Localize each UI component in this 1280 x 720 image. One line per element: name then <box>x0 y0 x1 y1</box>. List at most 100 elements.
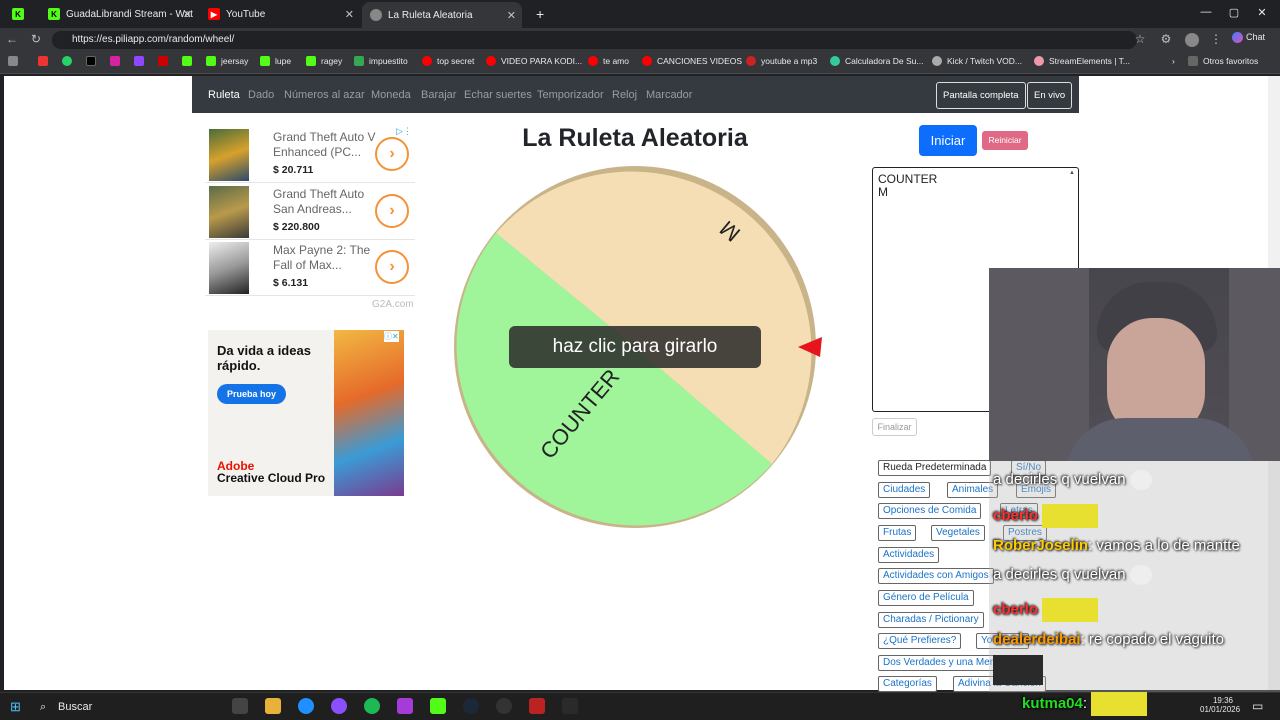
kick-app-icon[interactable] <box>430 698 446 714</box>
ad-product[interactable]: Grand Theft Auto San Andreas... $ 220.80… <box>205 184 415 240</box>
bookmark-label: Otros favoritos <box>1203 56 1259 66</box>
bookmark-canciones[interactable]: CANCIONES VIDEOS <box>642 56 742 66</box>
bookmark-jeersay[interactable]: jeersay <box>206 56 248 66</box>
extensions-icon[interactable]: ⚙ <box>1158 32 1174 46</box>
category-ciudades[interactable]: Ciudades <box>878 482 931 498</box>
category-genero-pelicula[interactable]: Género de Película <box>878 590 974 606</box>
bookmark-otros-favoritos[interactable]: Otros favoritos <box>1188 56 1258 66</box>
bookmark-video-kodi[interactable]: VIDEO PARA KODI... <box>486 56 582 66</box>
nav-moneda[interactable]: Moneda <box>371 89 411 101</box>
bookmark-top-secret[interactable]: top secret <box>422 56 474 66</box>
chevron-right-icon[interactable]: › <box>375 250 409 284</box>
textarea-scroll-up-icon[interactable]: ▲ <box>1069 170 1075 176</box>
category-actividades-amigos[interactable]: Actividades con Amigos <box>878 568 994 584</box>
bookmark-youtube-mp3[interactable]: youtube a mp3 <box>746 56 817 66</box>
bookmark-te-amo[interactable]: te amo <box>588 56 629 66</box>
category-que-prefieres[interactable]: ¿Qué Prefieres? <box>878 633 962 649</box>
tab-title: GuadaLibrandi Stream - Wat <box>66 8 193 20</box>
notifications-icon[interactable]: ▭ <box>1252 699 1263 713</box>
app-icon[interactable] <box>529 698 545 714</box>
ad-product[interactable]: Grand Theft Auto V Enhanced (PC... $ 20.… <box>205 127 415 183</box>
finish-button[interactable]: Finalizar <box>872 418 917 436</box>
epic-games-icon[interactable] <box>562 698 578 714</box>
nav-temporizador[interactable]: Temporizador <box>537 89 604 101</box>
category-charadas[interactable]: Charadas / Pictionary <box>878 612 984 628</box>
game-cover-image <box>209 186 249 238</box>
profile-avatar[interactable] <box>1185 33 1199 47</box>
adchoices-icon[interactable]: ⓘ✕ <box>384 331 399 342</box>
bookmark-calculadora[interactable]: Calculadora De Su... <box>830 56 923 66</box>
bookmark-icon-2[interactable] <box>38 56 53 66</box>
taskbar-search[interactable]: ⌕ Buscar <box>32 697 212 717</box>
nav-reloj[interactable]: Reloj <box>612 89 637 101</box>
tab-youtube[interactable]: ▶ YouTube ✕ <box>200 4 360 24</box>
adobe-cta-button[interactable]: Prueba hoy <box>217 384 286 404</box>
spin-hint-button[interactable]: haz clic para girarlo <box>509 326 761 368</box>
nav-ruleta[interactable]: Ruleta <box>208 89 240 101</box>
twitch-icon[interactable] <box>134 56 149 66</box>
nav-marcador[interactable]: Marcador <box>646 89 692 101</box>
new-tab-button[interactable]: + <box>528 4 548 24</box>
window-close-icon[interactable]: ✕ <box>1252 6 1272 19</box>
category-categorias[interactable]: Categorías <box>878 676 937 692</box>
bookmark-label: jeersay <box>221 56 249 66</box>
kick-icon[interactable] <box>182 56 197 66</box>
chevron-right-icon[interactable]: › <box>375 194 409 228</box>
reset-button[interactable]: Reiniciar <box>982 131 1028 150</box>
file-explorer-icon[interactable] <box>265 698 281 714</box>
bookmark-impuestito[interactable]: impuestito <box>354 56 408 66</box>
bookmarks-overflow-icon[interactable]: › <box>1172 56 1175 66</box>
close-icon[interactable]: ✕ <box>183 8 192 21</box>
bookmark-icon-3[interactable] <box>158 56 173 66</box>
instagram-icon[interactable] <box>110 56 125 66</box>
live-button[interactable]: En vivo <box>1027 82 1073 109</box>
close-icon[interactable]: ✕ <box>345 8 354 21</box>
back-icon[interactable]: ← <box>4 32 20 46</box>
bookmark-ragey[interactable]: ragey <box>306 56 342 66</box>
canva-icon[interactable] <box>397 698 413 714</box>
bookmark-label: lupe <box>275 56 292 66</box>
start-button[interactable]: Iniciar <box>919 125 977 156</box>
category-actividades[interactable]: Actividades <box>878 547 940 563</box>
reload-icon[interactable]: ↻ <box>28 32 44 46</box>
x-icon[interactable] <box>86 56 101 66</box>
ad-product[interactable]: Max Payne 2: The Fall of Max... $ 6.131 … <box>205 240 415 296</box>
whatsapp-icon[interactable] <box>62 56 77 66</box>
nav-numeros[interactable]: Números al azar <box>284 89 365 101</box>
spotify-icon[interactable] <box>364 698 380 714</box>
minimize-icon[interactable]: — <box>1196 6 1216 18</box>
chat-button[interactable]: Chat <box>1232 32 1265 44</box>
nav-barajar[interactable]: Barajar <box>421 89 456 101</box>
clock[interactable]: 19:36 01/01/2026 <box>1200 696 1240 714</box>
edge-icon[interactable] <box>298 698 314 714</box>
fullscreen-button[interactable]: Pantalla completa <box>936 82 1026 109</box>
windows-start-icon[interactable]: ⊞ <box>10 699 21 715</box>
tab-guadalibrandi[interactable]: K GuadaLibrandi Stream - Wat ✕ <box>40 4 198 24</box>
category-vegetales[interactable]: Vegetales <box>931 525 985 541</box>
address-bar[interactable]: https://es.piliapp.com/random/wheel/ <box>52 31 1137 49</box>
close-icon[interactable]: ✕ <box>507 9 516 22</box>
menu-icon[interactable]: ⋮ <box>1208 32 1224 46</box>
chat-text: a decirles q vuelvan <box>993 470 1126 488</box>
nav-echar-suertes[interactable]: Echar suertes <box>464 89 532 101</box>
category-opciones-comida[interactable]: Opciones de Comida <box>878 503 982 519</box>
tab-kick-icon[interactable]: K <box>4 4 34 24</box>
messenger-icon[interactable] <box>331 698 347 714</box>
bookmark-icon-1[interactable] <box>8 56 23 66</box>
maximize-icon[interactable]: ▢ <box>1224 6 1244 19</box>
adobe-ad[interactable]: Da vida a ideas rápido. Prueba hoy Adobe… <box>208 330 404 496</box>
bookmark-lupe[interactable]: lupe <box>260 56 291 66</box>
steam-icon[interactable] <box>463 698 479 714</box>
obs-icon[interactable] <box>496 698 512 714</box>
bookmark-streamelements[interactable]: StreamElements | T... <box>1034 56 1130 66</box>
adchoices-icon[interactable]: ▷⋮ <box>396 126 412 137</box>
bookmark-kick-twitch[interactable]: Kick / Twitch VOD... <box>932 56 1022 66</box>
task-view-icon[interactable] <box>232 698 248 714</box>
category-rueda-predeterminada[interactable]: Rueda Predeterminada <box>878 460 992 476</box>
nav-dado[interactable]: Dado <box>248 89 274 101</box>
chat-text: a decirles q vuelvan <box>993 565 1126 583</box>
bookmark-star-icon[interactable]: ☆ <box>1132 32 1148 46</box>
category-frutas[interactable]: Frutas <box>878 525 917 541</box>
tab-ruleta[interactable]: La Ruleta Aleatoria ✕ <box>362 2 522 28</box>
chevron-right-icon[interactable]: › <box>375 137 409 171</box>
